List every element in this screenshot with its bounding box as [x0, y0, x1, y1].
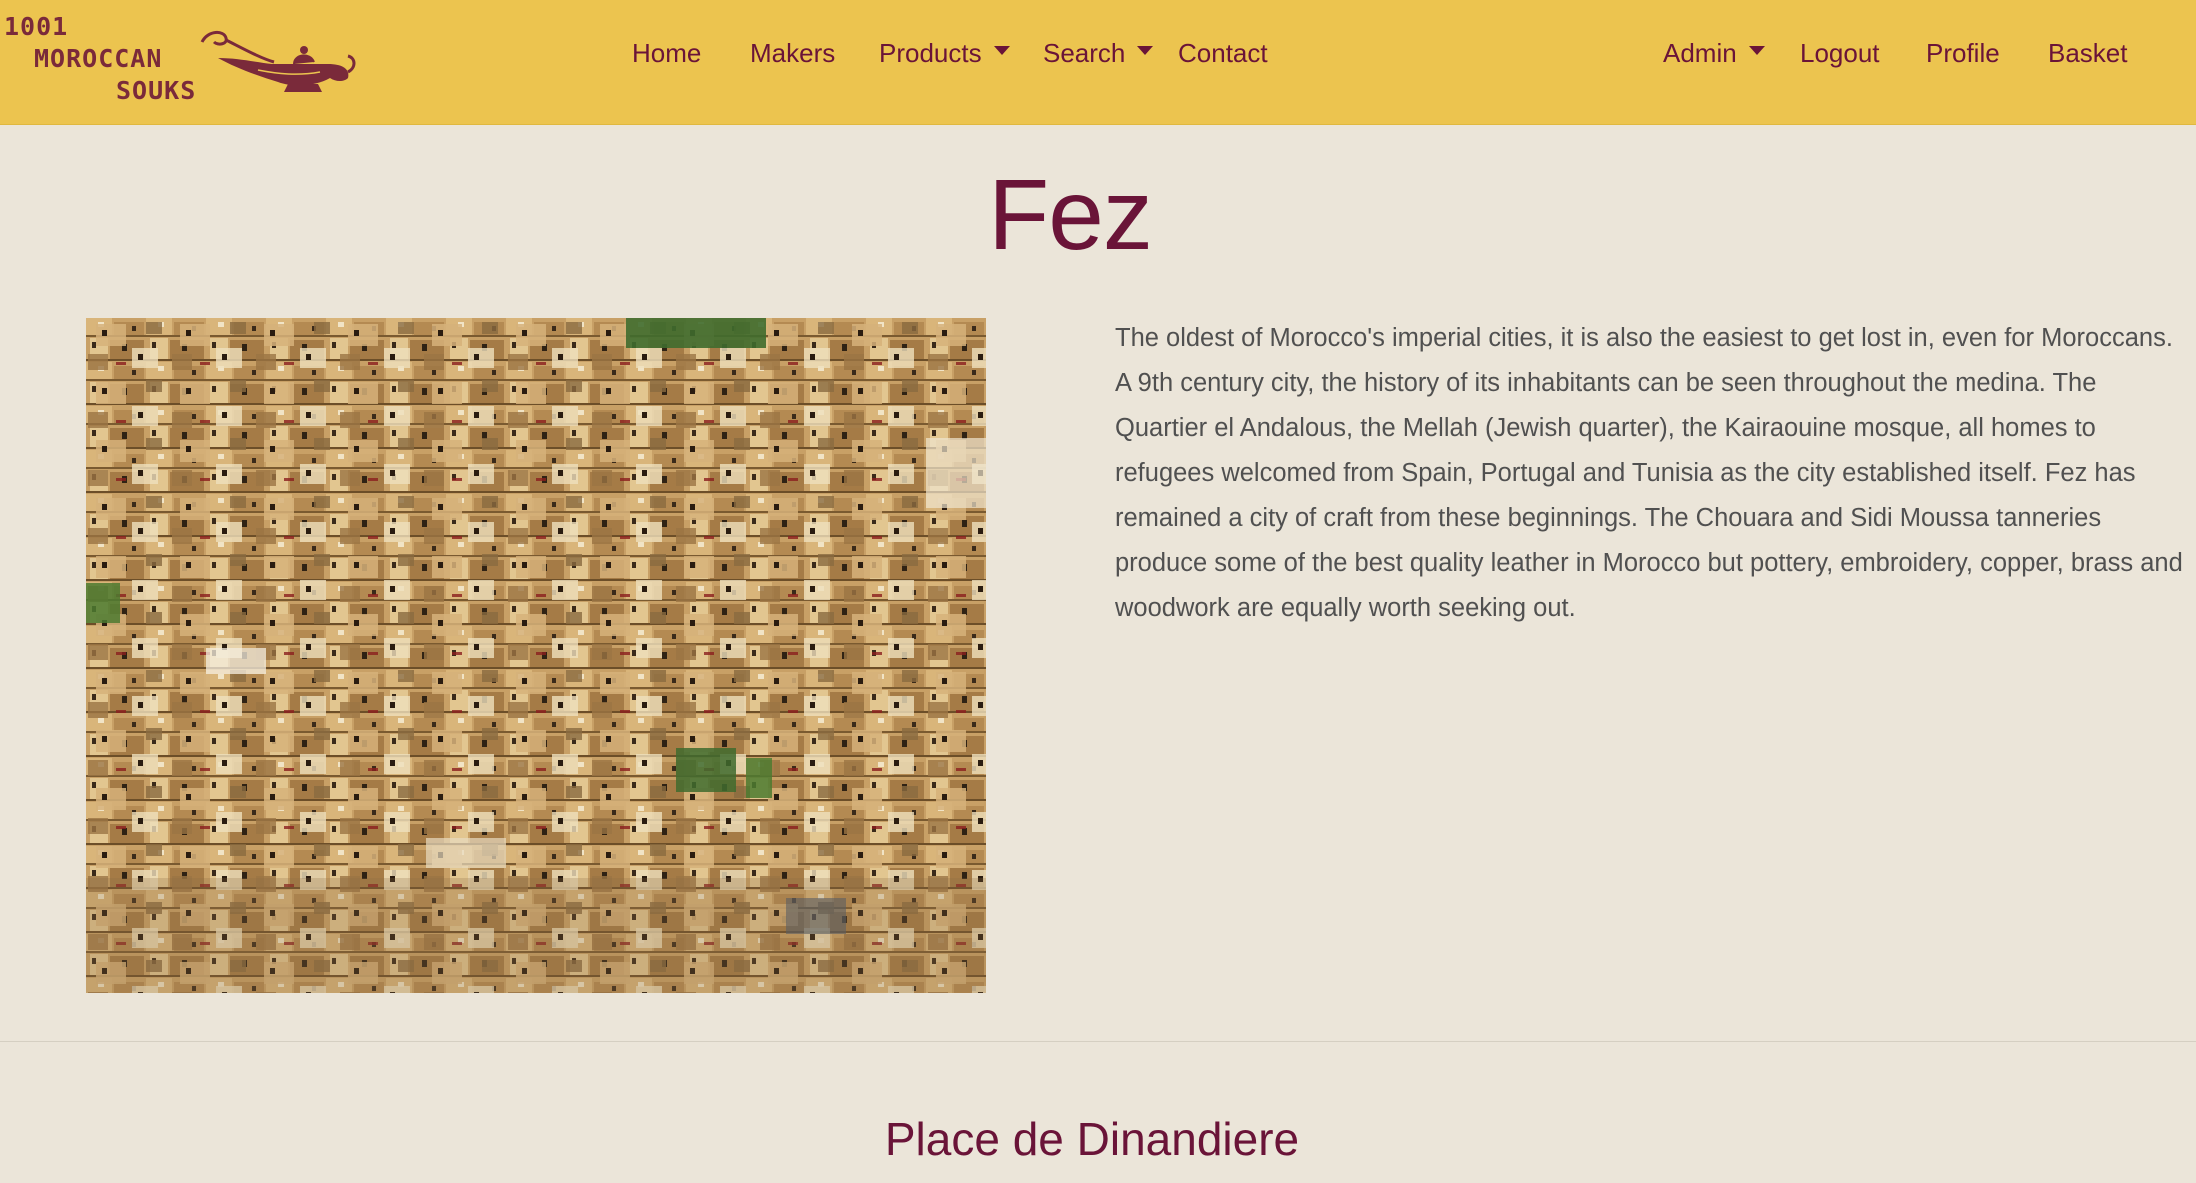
nav-basket-label: Basket	[2048, 38, 2128, 68]
city-description: The oldest of Morocco's imperial cities,…	[1115, 324, 2183, 622]
nav-profile[interactable]: Profile	[1926, 38, 2000, 69]
nav-basket[interactable]: Basket	[2048, 38, 2128, 69]
caret-down-icon	[1748, 46, 1765, 55]
nav-search-label: Search	[1043, 38, 1126, 68]
nav-profile-label: Profile	[1926, 38, 2000, 68]
top-navbar: 1001 MOROCCAN SOUKS Home Makers Products…	[0, 0, 2196, 125]
logo-line-3: SOUKS	[116, 76, 197, 105]
nav-admin-label: Admin	[1663, 38, 1737, 68]
page-title: Fez	[988, 159, 1153, 271]
nav-logout[interactable]: Logout	[1800, 38, 1880, 69]
section-divider	[0, 1041, 2196, 1042]
logo-line-1: 1001	[4, 12, 69, 41]
nav-makers[interactable]: Makers	[750, 38, 835, 69]
site-logo[interactable]: 1001 MOROCCAN SOUKS	[2, 8, 358, 108]
nav-home[interactable]: Home	[632, 38, 701, 69]
oil-lamp-icon	[200, 31, 356, 92]
nav-products-label: Products	[879, 38, 982, 68]
nav-logout-label: Logout	[1800, 38, 1880, 68]
medina-rooftops-image	[86, 318, 986, 993]
nav-search-dropdown[interactable]: Search	[1043, 38, 1154, 69]
nav-products-dropdown[interactable]: Products	[879, 38, 1010, 69]
nav-home-label: Home	[632, 38, 702, 68]
city-photo	[86, 318, 986, 993]
caret-down-icon	[993, 46, 1010, 55]
nav-contact-label: Contact	[1178, 38, 1268, 68]
logo-line-2: MOROCCAN	[34, 44, 163, 73]
nav-contact[interactable]: Contact	[1178, 38, 1268, 69]
nav-admin-dropdown[interactable]: Admin	[1663, 38, 1765, 69]
caret-down-icon	[1137, 46, 1154, 55]
section-title: Place de Dinandiere	[884, 1113, 1300, 1165]
nav-makers-label: Makers	[750, 38, 836, 68]
